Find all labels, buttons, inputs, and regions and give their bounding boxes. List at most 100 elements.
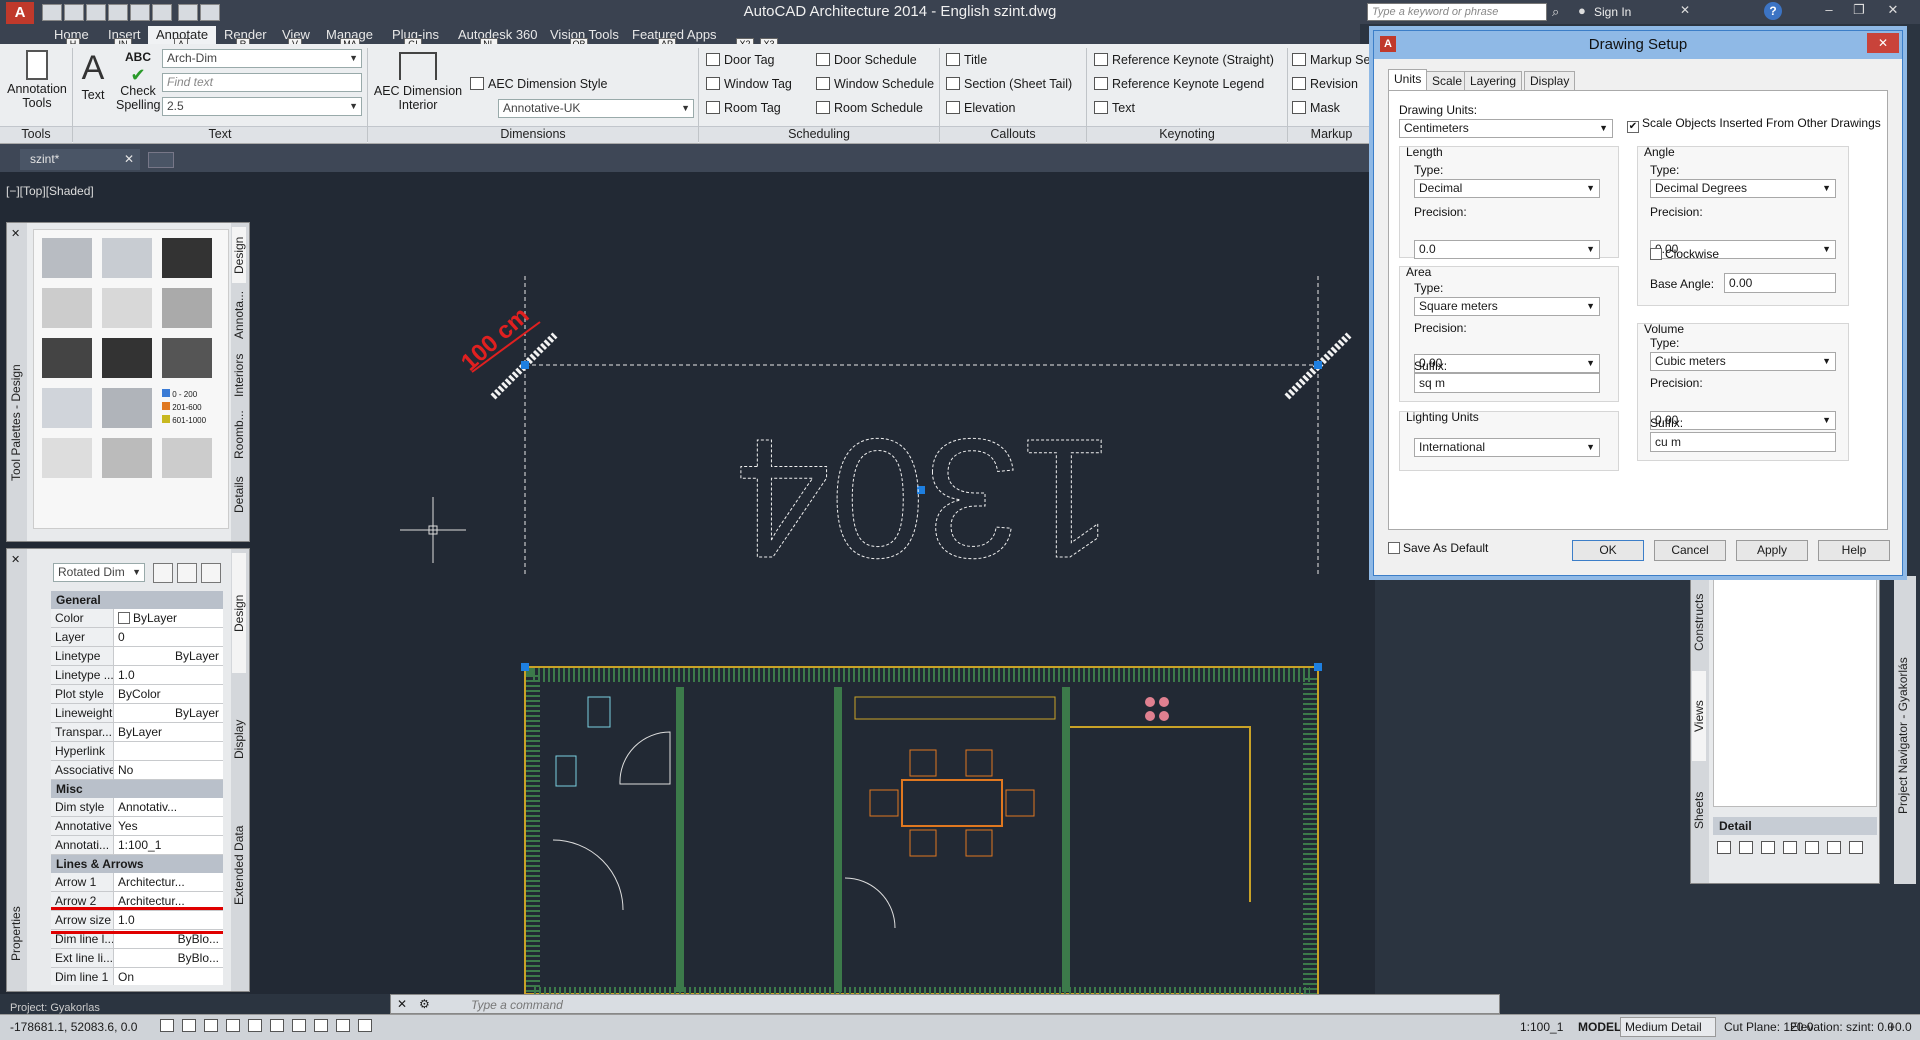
space-tool-icon[interactable] <box>42 388 92 428</box>
prop-row[interactable]: Dim line l... ByBlo... <box>51 930 223 949</box>
clockwise-checkbox[interactable]: Clockwise <box>1650 247 1719 261</box>
exchange-icon[interactable]: ✕ <box>1680 3 1690 17</box>
dyn-icon[interactable] <box>336 1019 350 1032</box>
slab-tool-icon[interactable] <box>102 388 152 428</box>
snap-icon[interactable] <box>182 1019 196 1032</box>
refresh-icon[interactable] <box>1849 841 1863 854</box>
panel-keynoting-title[interactable]: Keynoting <box>1087 126 1287 143</box>
palette-tab-details[interactable]: Details <box>232 467 246 523</box>
prop-row[interactable]: Layer 0 <box>51 628 223 647</box>
door-window-assembly-icon[interactable] <box>102 338 152 378</box>
prop-row[interactable]: Associative No <box>51 761 223 780</box>
area-type-select[interactable]: Square meters ▼ <box>1414 297 1600 316</box>
save-as-default-checkbox[interactable]: Save As Default <box>1388 541 1488 555</box>
ducs-icon[interactable] <box>314 1019 328 1032</box>
tab-layering[interactable]: Layering <box>1464 71 1523 90</box>
qat-redo-button[interactable] <box>178 4 198 21</box>
text-button[interactable]: A Text <box>76 48 110 102</box>
tab-scale[interactable]: Scale <box>1426 71 1469 90</box>
grid-tool-icon[interactable] <box>162 338 212 378</box>
aec-dimension-interior-button[interactable]: AEC Dimension Interior <box>372 48 464 112</box>
repath-icon[interactable] <box>1827 841 1841 854</box>
properties-tab-display[interactable]: Display <box>232 679 246 799</box>
qat-new-button[interactable] <box>42 4 62 21</box>
drawing-units-select[interactable]: Centimeters ▼ <box>1399 119 1613 138</box>
clipboard-icon[interactable] <box>1783 841 1797 854</box>
navigator-tab-sheets[interactable]: Sheets <box>1692 765 1706 855</box>
coordinates-readout[interactable]: -178681.1, 52083.6, 0.0 <box>10 1020 137 1034</box>
revision-button[interactable]: Revision <box>1292 77 1358 91</box>
prop-row[interactable]: Dim line 1 On <box>51 968 223 985</box>
properties-tab-extended-data[interactable]: Extended Data <box>232 805 246 925</box>
panel-callouts-title[interactable]: Callouts <box>940 126 1086 143</box>
ok-button[interactable]: OK <box>1572 540 1644 561</box>
close-tab-icon[interactable]: ✕ <box>124 152 134 166</box>
apply-button[interactable]: Apply <box>1736 540 1808 561</box>
mask-button[interactable]: Mask <box>1292 101 1340 115</box>
column-tool-icon[interactable] <box>102 438 152 478</box>
base-angle-input[interactable]: 0.00 <box>1724 273 1836 293</box>
cancel-button[interactable]: Cancel <box>1654 540 1726 561</box>
section-callout-button[interactable]: Section (Sheet Tail) <box>946 77 1072 91</box>
room-tag-button[interactable]: Room Tag <box>706 101 781 115</box>
selection-combo[interactable]: Rotated Dim ▼ <box>53 563 145 582</box>
grid-icon[interactable] <box>204 1019 218 1032</box>
check-spelling-button[interactable]: ABC ✔ Check Spelling <box>116 48 160 112</box>
scale-objects-checkbox[interactable]: ✔ Scale Objects Inserted From Other Drawi… <box>1627 116 1887 133</box>
window-schedule-button[interactable]: Window Schedule <box>816 77 934 91</box>
prop-row[interactable]: Dim style Annotativ... <box>51 798 223 817</box>
opening-tool-icon[interactable] <box>42 338 92 378</box>
app-menu-button[interactable]: A <box>6 2 34 24</box>
reference-keynote-legend-button[interactable]: Reference Keynote Legend <box>1094 77 1264 91</box>
wall-tool-icon[interactable] <box>42 238 92 278</box>
close-dialog-button[interactable]: ✕ <box>1867 33 1899 53</box>
angle-type-select[interactable]: Decimal Degrees ▼ <box>1650 179 1836 198</box>
area-legend[interactable]: 0 - 200 201-600 601-1000 <box>162 388 212 428</box>
prop-row[interactable]: Hyperlink <box>51 742 223 761</box>
detail-level-select[interactable]: Medium Detail <box>1620 1017 1716 1037</box>
area-suffix-input[interactable]: sq m <box>1414 373 1600 393</box>
title-callout-button[interactable]: Title <box>946 53 987 67</box>
navigator-tab-views[interactable]: Views <box>1692 671 1706 761</box>
column-grid-icon[interactable] <box>42 438 92 478</box>
prop-row[interactable]: Arrow 1 Architectur... <box>51 873 223 892</box>
panel-markup-title[interactable]: Markup <box>1288 126 1375 143</box>
polar-icon[interactable] <box>248 1019 262 1032</box>
railing-tool-icon[interactable] <box>162 288 212 328</box>
add-callout-icon[interactable] <box>1739 841 1753 854</box>
category-lines-arrows[interactable]: Lines & Arrows <box>51 855 223 873</box>
length-type-select[interactable]: Decimal ▼ <box>1414 179 1600 198</box>
room-schedule-button[interactable]: Room Schedule <box>816 101 923 115</box>
new-tab-button[interactable] <box>148 152 174 168</box>
qat-save-button[interactable] <box>86 4 106 21</box>
qat-workspace-button[interactable] <box>200 4 220 21</box>
qat-plot-button[interactable] <box>130 4 150 21</box>
window-tag-button[interactable]: Window Tag <box>706 77 792 91</box>
prop-row[interactable]: Lineweight ByLayer <box>51 704 223 723</box>
curtain-wall-tool-icon[interactable] <box>102 238 152 278</box>
text-height-combo[interactable]: 2.5 ▼ <box>162 97 362 116</box>
tab-units[interactable]: Units <box>1388 69 1428 90</box>
offset-readout[interactable]: +0.0 <box>1888 1020 1912 1034</box>
door-tag-button[interactable]: Door Tag <box>706 53 775 67</box>
qat-undo-button[interactable] <box>152 4 172 21</box>
elevation-readout[interactable]: Elevation: szint: 0.0 <box>1790 1020 1894 1034</box>
quick-select-icon[interactable] <box>153 563 173 583</box>
select-objects-icon[interactable] <box>177 563 197 583</box>
dim-style-combo[interactable]: Annotative-UK ▼ <box>498 99 694 118</box>
navigator-tab-constructs[interactable]: Constructs <box>1692 577 1706 667</box>
palette-tab-design[interactable]: Design <box>232 227 246 283</box>
volume-type-select[interactable]: Cubic meters ▼ <box>1650 352 1836 371</box>
ortho-icon[interactable] <box>226 1019 240 1032</box>
scale-readout[interactable]: 1:100_1 <box>1520 1020 1563 1034</box>
length-precision-select[interactable]: 0.0 ▼ <box>1414 240 1600 259</box>
views-tree[interactable] <box>1713 577 1877 807</box>
command-line[interactable]: ✕ ⚙ Type a command <box>390 994 1500 1014</box>
prop-row[interactable]: Color ByLayer <box>51 609 223 628</box>
text-style-combo[interactable]: Arch-Dim ▼ <box>162 49 362 68</box>
window-tool-icon[interactable] <box>42 288 92 328</box>
elevation-callout-button[interactable]: Elevation <box>946 101 1015 115</box>
properties-tab-design[interactable]: Design <box>232 553 246 673</box>
add-section-icon[interactable] <box>1761 841 1775 854</box>
annotation-tools-button[interactable]: Annotation Tools <box>6 48 68 124</box>
